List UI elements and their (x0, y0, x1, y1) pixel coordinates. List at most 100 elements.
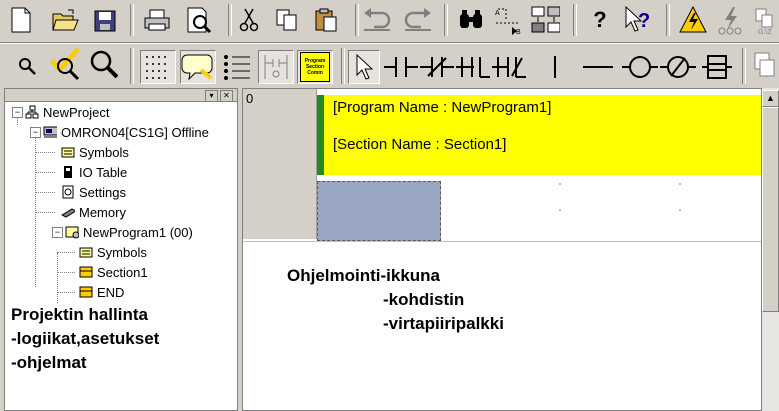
caption-line: Ohjelmointi-ikkuna (287, 266, 441, 285)
tree-node-io-table[interactable]: IO Table (61, 163, 127, 181)
tree-node-program-symbols[interactable]: Symbols (79, 243, 147, 261)
tree-label: Symbols (79, 144, 129, 160)
tree-expander[interactable]: − (12, 107, 23, 118)
svg-text:G:\Z: G:\Z (758, 29, 772, 35)
grid-toggle-icon[interactable] (140, 50, 176, 84)
tree-label: Memory (79, 204, 126, 220)
pane-close-button[interactable]: ✕ (220, 90, 233, 102)
project-caption: Projektin hallinta -logiikat,asetukset -… (11, 303, 159, 375)
list-view-icon[interactable] (220, 50, 256, 84)
memory-icon (61, 205, 75, 219)
tree-expander[interactable]: − (30, 127, 41, 138)
tree-label: END (97, 284, 125, 300)
find-icon[interactable] (456, 5, 486, 35)
coil-icon[interactable] (622, 52, 658, 82)
contact-or-nc-icon[interactable] (492, 52, 526, 82)
power-rail (317, 95, 324, 175)
compare-icon[interactable]: G:\Z (752, 5, 779, 35)
transfer-icon[interactable] (716, 5, 746, 35)
tree-node-program[interactable]: NewProgram1 (00) (65, 223, 193, 241)
zoom-in-icon[interactable] (88, 49, 118, 79)
online-edit-icon[interactable] (750, 50, 779, 80)
tree-label: Section1 (97, 264, 148, 280)
tree-node-memory[interactable]: Memory (61, 203, 126, 221)
toolbar-separator (666, 4, 670, 36)
toolbar-separator (444, 4, 448, 36)
zoom-small-icon[interactable] (12, 51, 42, 81)
caption-line: -virtapiiripalkki (383, 314, 504, 333)
tree-expander[interactable]: − (52, 227, 63, 238)
vertical-line-icon[interactable] (540, 52, 570, 82)
undo-icon[interactable] (362, 5, 392, 35)
tree-node-plc[interactable]: OMRON04[CS1G] Offline (43, 123, 209, 141)
print-icon[interactable] (142, 5, 172, 35)
main-toolbar: BA ? ? G:\Z (0, 0, 779, 43)
paste-icon[interactable] (311, 5, 341, 35)
help-icon[interactable]: ? (585, 5, 615, 35)
online-icon[interactable] (678, 5, 708, 35)
caption-line: -ohjelmat (11, 353, 87, 372)
monitor-view-icon[interactable] (258, 50, 294, 84)
new-file-icon[interactable] (6, 5, 36, 35)
ladder-editor[interactable]: 0 [Program Name : NewProgram1] [Section … (242, 88, 762, 411)
pane-titlebar: ▾ ✕ (5, 89, 237, 102)
tree-node-end[interactable]: END (79, 283, 124, 301)
instruction-icon[interactable] (700, 52, 734, 82)
jump-icon[interactable]: BA (492, 5, 522, 35)
symbols-icon (79, 245, 93, 259)
section-tag-comm: Comm (307, 70, 323, 76)
open-folder-icon[interactable] (50, 5, 80, 35)
plc-icon (43, 125, 57, 139)
comment-toggle-icon[interactable] (180, 50, 216, 84)
caption-line: Projektin hallinta (11, 305, 148, 324)
toolbar-separator (355, 4, 359, 36)
tree-label: Settings (79, 184, 126, 200)
tree-node-settings[interactable]: Settings (61, 183, 126, 201)
contact-no-icon[interactable] (384, 52, 418, 82)
rung-divider (243, 241, 761, 242)
caption-line: -kohdistin (383, 290, 465, 309)
io-table-icon (61, 165, 75, 179)
svg-text:?: ? (638, 10, 650, 32)
horizontal-line-icon[interactable] (580, 52, 616, 82)
rung-gutter: 0 (243, 89, 317, 239)
scroll-up-button[interactable]: ▲ (762, 90, 779, 107)
svg-text:B: B (516, 29, 521, 35)
contact-or-icon[interactable] (456, 52, 490, 82)
diagram-toolbar: Program Section Comm (0, 43, 779, 90)
tree-node-section1[interactable]: Section1 (79, 263, 148, 281)
tree-label: Symbols (97, 244, 147, 260)
editor-caption: Ohjelmointi-ikkuna -kohdistin -virtapiir… (287, 264, 504, 336)
symbols-icon (61, 145, 75, 159)
tree-label: IO Table (79, 164, 128, 180)
select-cursor-icon[interactable] (348, 50, 380, 84)
copy-icon[interactable] (272, 5, 302, 35)
context-help-icon[interactable]: ? (622, 5, 652, 35)
toolbar-separator (573, 4, 577, 36)
caption-line: -logiikat,asetukset (11, 329, 160, 348)
toolbar-separator (228, 4, 232, 36)
vertical-scrollbar[interactable]: ▲ (762, 88, 779, 411)
toolbar-separator (341, 48, 345, 84)
replace-icon[interactable] (530, 5, 560, 35)
print-preview-icon[interactable] (184, 5, 214, 35)
tree-label: NewProgram1 (00) (83, 224, 193, 240)
save-icon[interactable] (90, 6, 120, 36)
tree-node-project[interactable]: NewProject (25, 103, 109, 121)
contact-nc-icon[interactable] (420, 52, 454, 82)
section-view-icon[interactable]: Program Section Comm (297, 50, 333, 84)
scroll-thumb[interactable] (762, 107, 779, 312)
tree-label: OMRON04[CS1G] Offline (61, 124, 209, 140)
project-icon (25, 105, 39, 119)
toolbar-separator (130, 48, 134, 84)
svg-text:A: A (495, 10, 500, 17)
tree-node-symbols[interactable]: Symbols (61, 143, 129, 161)
coil-nc-icon[interactable] (660, 52, 696, 82)
editor-cursor[interactable] (317, 181, 441, 241)
zoom-fit-icon[interactable] (50, 47, 80, 81)
program-name-label: [Program Name : NewProgram1] (333, 99, 552, 116)
redo-icon[interactable] (403, 5, 433, 35)
program-icon (65, 225, 79, 239)
cut-icon[interactable] (234, 5, 264, 35)
pane-dock-button[interactable]: ▾ (205, 90, 218, 102)
